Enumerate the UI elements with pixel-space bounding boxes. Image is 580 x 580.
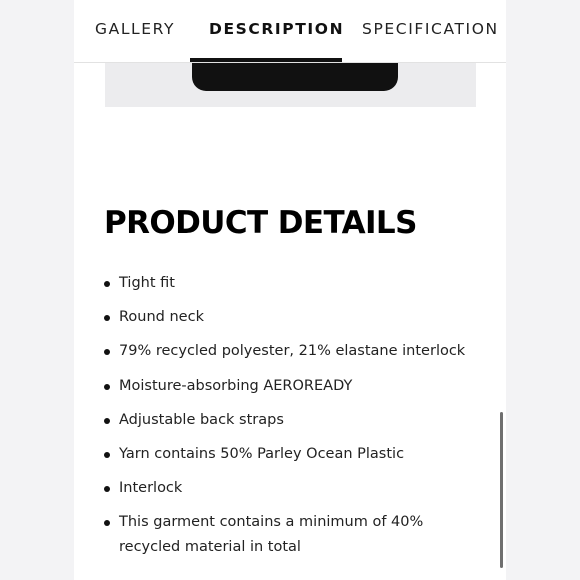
product-garment-image xyxy=(192,63,398,91)
list-item: Tight fit xyxy=(104,271,484,296)
detail-text: Tight fit xyxy=(119,275,175,291)
list-item: Interlock xyxy=(104,476,484,501)
list-item: This garment contains a minimum of 40% r… xyxy=(104,510,484,559)
bullet-icon xyxy=(104,451,110,458)
product-image xyxy=(105,63,476,107)
bullet-icon xyxy=(104,281,110,287)
product-details-title: PRODUCT DETAILS xyxy=(104,205,417,241)
bullet-icon xyxy=(104,383,110,390)
list-item: Round neck xyxy=(104,305,484,330)
detail-text: Round neck xyxy=(119,309,204,326)
bullet-icon xyxy=(104,520,110,527)
detail-text: 79% recycled polyester, 21% elastane int… xyxy=(119,343,466,360)
bullet-icon xyxy=(104,349,110,356)
detail-text: Yarn contains 50% Parley Ocean Plastic xyxy=(119,445,405,462)
detail-text: Interlock xyxy=(119,480,183,497)
list-item: Adjustable back straps xyxy=(104,408,484,433)
bullet-icon xyxy=(104,486,110,493)
tab-description[interactable]: DESCRIPTION xyxy=(209,19,344,39)
product-info-panel: GALLERY DESCRIPTION SPECIFICATION PRODUC… xyxy=(74,0,506,580)
bullet-icon xyxy=(104,315,110,322)
scrollbar[interactable] xyxy=(500,412,503,568)
bullet-icon xyxy=(104,417,110,424)
active-tab-indicator xyxy=(190,58,342,62)
list-item: Yarn contains 50% Parley Ocean Plastic xyxy=(104,442,484,467)
tab-specification[interactable]: SPECIFICATION xyxy=(362,19,499,39)
tab-bar: GALLERY DESCRIPTION SPECIFICATION xyxy=(74,0,506,63)
detail-text: Moisture-absorbing AEROREADY xyxy=(119,377,353,394)
list-item: Moisture-absorbing AEROREADY xyxy=(104,374,484,399)
product-details-list: Tight fit Round neck 79% recycled polyes… xyxy=(104,271,484,569)
detail-text: This garment contains a minimum of 40% r… xyxy=(119,514,424,555)
detail-text: Adjustable back straps xyxy=(119,411,284,428)
list-item: 79% recycled polyester, 21% elastane int… xyxy=(104,339,484,364)
tab-gallery[interactable]: GALLERY xyxy=(95,19,175,39)
